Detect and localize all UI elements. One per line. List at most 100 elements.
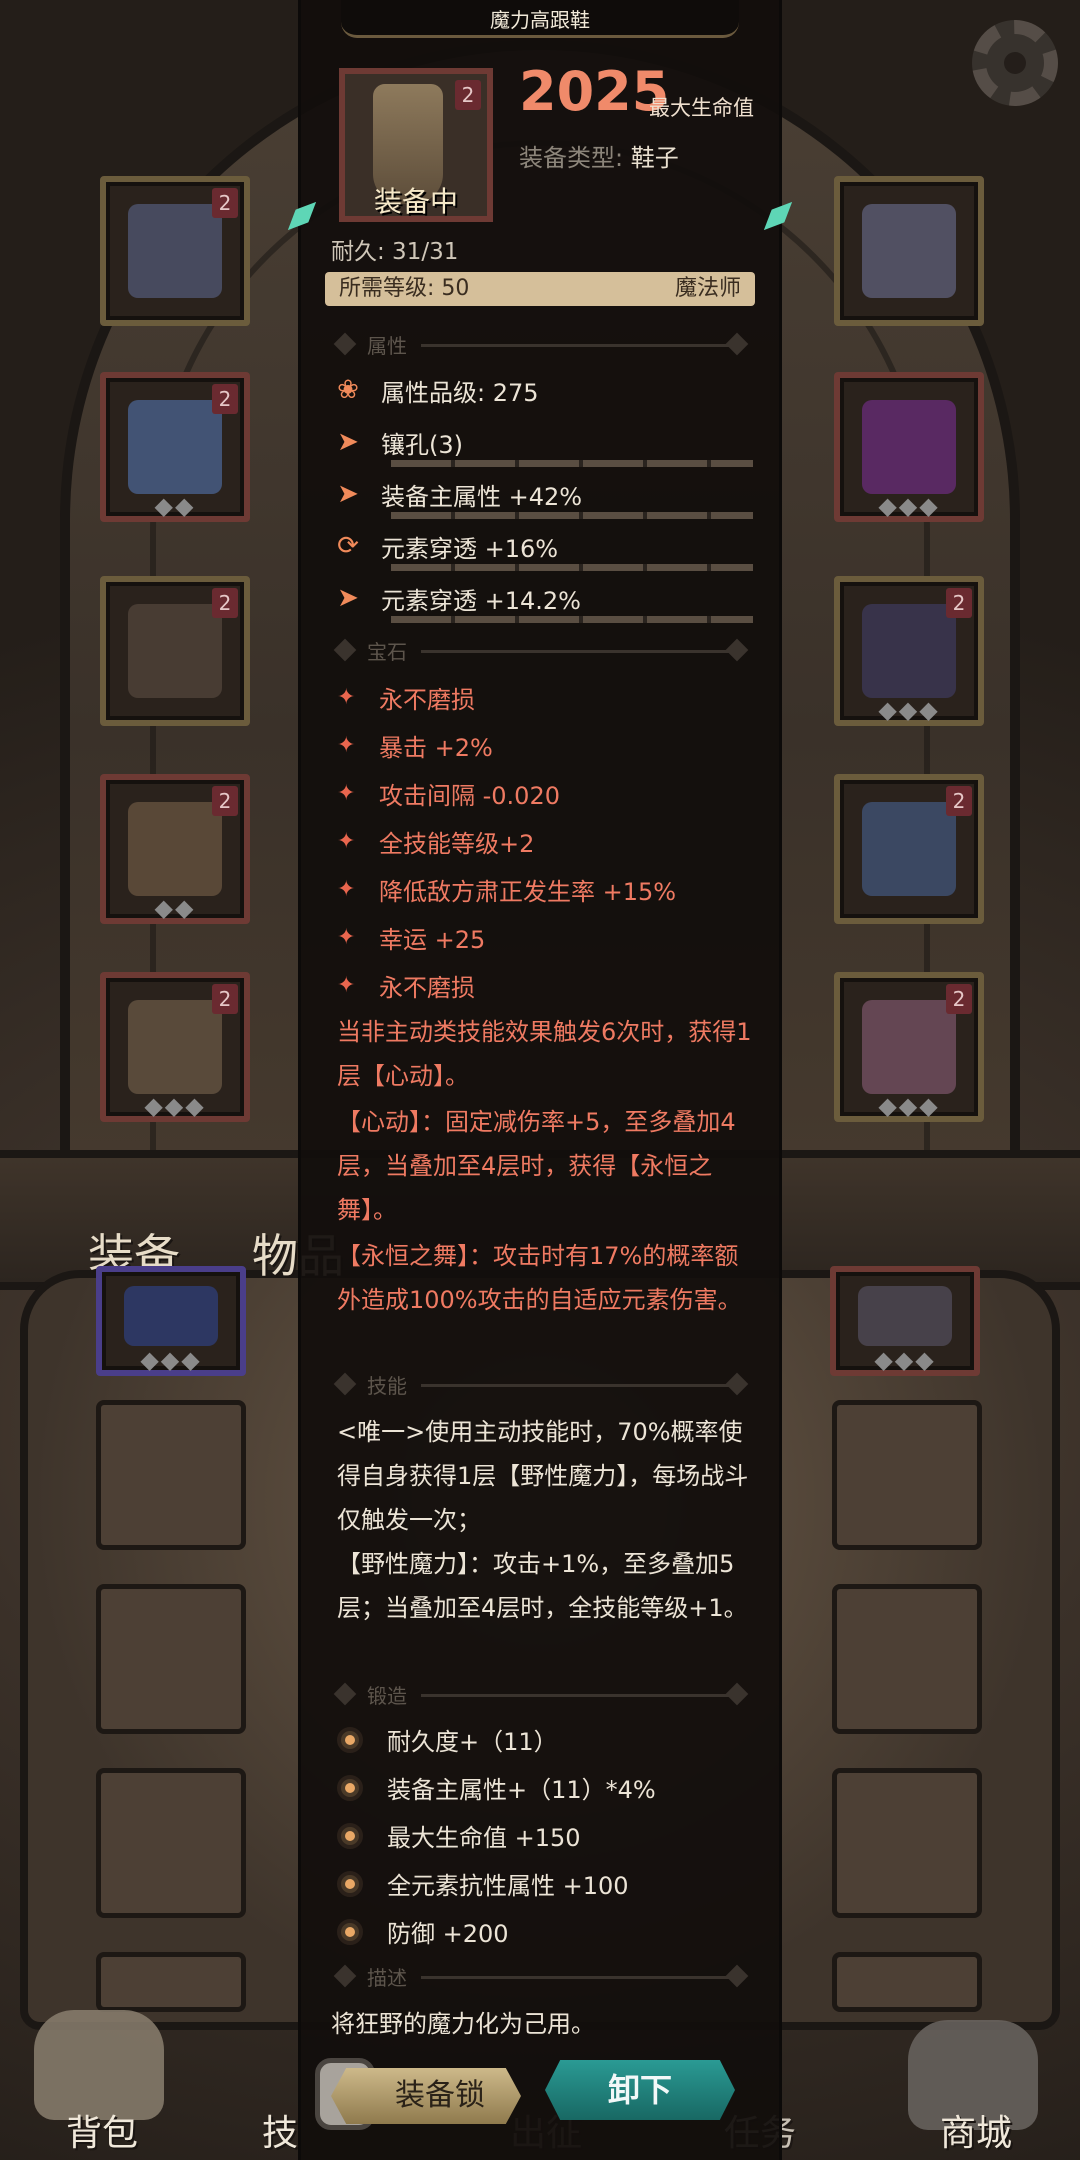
attribute-text: 属性品级: 275 [381,378,539,407]
skill-text: 【野性魔力】：攻击+1%，至多叠加5层；当叠加至4层时，全技能等级+1。 [337,1550,748,1622]
forge-dot-icon [337,1870,363,1897]
necklace-icon [862,204,956,298]
bag-slot[interactable] [96,1768,246,1918]
equip-slot-amulet[interactable]: 2 [100,176,250,326]
sparkle-icon: ✦ [337,829,356,854]
gem-sockets: ◆◆◆ [140,1346,202,1374]
skill-text: <唯一>使用主动技能时，70%概率使得自身获得1层【野性魔力】，每场战斗仅触发一… [337,1418,749,1534]
section-header-skills: 技能 [331,1370,749,1400]
equip-slot-book[interactable]: 2 ◆◆◆ [834,972,984,1122]
bag-slot[interactable] [832,1584,982,1734]
attribute-text: 镶孔(3) [381,430,463,459]
attribute-bar [391,460,753,467]
book-icon [862,1000,956,1094]
unequip-button[interactable]: 卸下 [545,2060,735,2120]
attribute-text: 元素穿透 +14.2% [381,586,581,615]
glove-icon [128,604,222,698]
bag-slot[interactable] [832,1768,982,1918]
bag-slot[interactable] [96,1400,246,1550]
nav-backpack[interactable]: 背包 [66,2104,138,2156]
cycle-icon: ⟳ [337,531,359,561]
level-badge: 2 [946,786,972,816]
bag-slot[interactable] [96,1584,246,1734]
equip-slot-weapon[interactable]: 2 [834,774,984,924]
bag-slot[interactable] [832,1400,982,1550]
gem-sockets: ◆◆◆ [144,1092,206,1120]
durability: 耐久: 31/31 [331,239,459,265]
forge-dot-icon [337,1822,363,1849]
section-title: 描述 [367,1966,407,1990]
bag-slot[interactable] [832,1952,982,2012]
required-class: 魔法师 [674,276,741,301]
forge-row: 耐久度+（11） [337,1722,558,1757]
equip-slot-bracer[interactable]: 2 ◆◆◆ [834,576,984,726]
attribute-bar [391,616,753,623]
ring-icon [862,400,956,494]
sparkle-icon: ✦ [337,973,356,998]
level-badge: 2 [212,984,238,1014]
equip-slot-necklace[interactable] [834,176,984,326]
forge-text: 最大生命值 +150 [387,1824,581,1852]
level-badge: 2 [455,80,481,110]
sparkle-icon: ✦ [337,781,356,806]
gear-icon[interactable] [972,20,1058,106]
attribute-text: 元素穿透 +16% [381,534,559,563]
set-effect-text: 当非主动类技能效果触发6次时，获得1层【心动】。 [337,1018,752,1090]
staff-icon [124,1286,218,1346]
sparkle-icon: ✦ [337,685,356,710]
forge-dot-icon [337,1726,363,1753]
section-header-forge: 锻造 [331,1680,749,1710]
equip-type-row: 装备类型: 鞋子 [519,138,679,173]
attribute-bar [391,512,753,519]
item-description: 将狂野的魔力化为己用。 [331,2010,595,2038]
equip-slot-gloves[interactable]: 2 [100,576,250,726]
equip-slot-boots[interactable]: 2 ◆◆◆ [100,972,250,1122]
section-title: 锻造 [367,1684,407,1708]
gem-sockets: ◆◆◆ [878,492,940,520]
gem-text: 永不磨损 [379,686,475,714]
gem-text: 攻击间隔 -0.020 [379,782,560,810]
forge-dot-icon [337,1774,363,1801]
forge-row: 全元素抗性属性 +100 [337,1866,629,1901]
gem-row: ✦ 永不磨损 [337,968,475,1003]
equip-slot-pants[interactable]: 2 ◆◆ [100,774,250,924]
level-badge: 2 [212,588,238,618]
helmet-icon [858,1286,952,1346]
section-header-attributes: 属性 [331,330,749,360]
max-hp-label: 最大生命值 [649,96,754,120]
gem-text: 幸运 +25 [379,926,486,954]
equip-slot-ring[interactable]: ◆◆◆ [834,372,984,522]
nav-skills[interactable]: 技 [262,2104,298,2156]
forge-text: 耐久度+（11） [387,1728,558,1756]
gem-sockets: ◆◆◆ [878,696,940,724]
nav-shop[interactable]: 商城 [940,2104,1012,2156]
bag-item-helmet[interactable]: ◆◆◆ [830,1266,980,1376]
lotus-icon: ❀ [337,375,359,405]
attribute-row: ➤ 镶孔(3) [333,422,463,462]
level-badge: 2 [212,384,238,414]
section-header-description: 描述 [331,1962,749,1992]
attribute-row: ❀ 属性品级: 275 [333,370,539,410]
section-header-gems: 宝石 [331,636,749,666]
attribute-row: ⟳ 元素穿透 +16% [333,526,558,566]
arrow-icon: ➤ [337,479,359,509]
pants-icon [128,802,222,896]
required-level: 所需等级: 50 [339,276,470,301]
item-tooltip-panel: 魔力高跟鞋 2 装备中 2025 最大生命值 装备类型: 鞋子 耐久: 31/3… [298,0,782,2160]
equip-type-key: 装备类型: [519,144,624,172]
forge-row: 装备主属性+（11）*4% [337,1770,656,1805]
bag-slot[interactable] [96,1952,246,2012]
forge-row: 防御 +200 [337,1914,509,1949]
weapon-icon [862,802,956,896]
forge-text: 防御 +200 [387,1920,509,1948]
sparkle-icon: ✦ [337,733,356,758]
level-badge: 2 [946,588,972,618]
bag-item-staff[interactable]: ◆◆◆ [96,1266,246,1376]
equip-slot-armor[interactable]: 2 ◆◆ [100,372,250,522]
gem-sockets: ◆◆ [154,894,196,922]
equipment-lock-button[interactable]: 装备锁 [331,2068,521,2124]
arrow-icon: ➤ [337,427,359,457]
forge-text: 装备主属性+（11）*4% [387,1776,656,1804]
equip-type-value: 鞋子 [630,144,679,172]
forge-dot-icon [337,1918,363,1945]
